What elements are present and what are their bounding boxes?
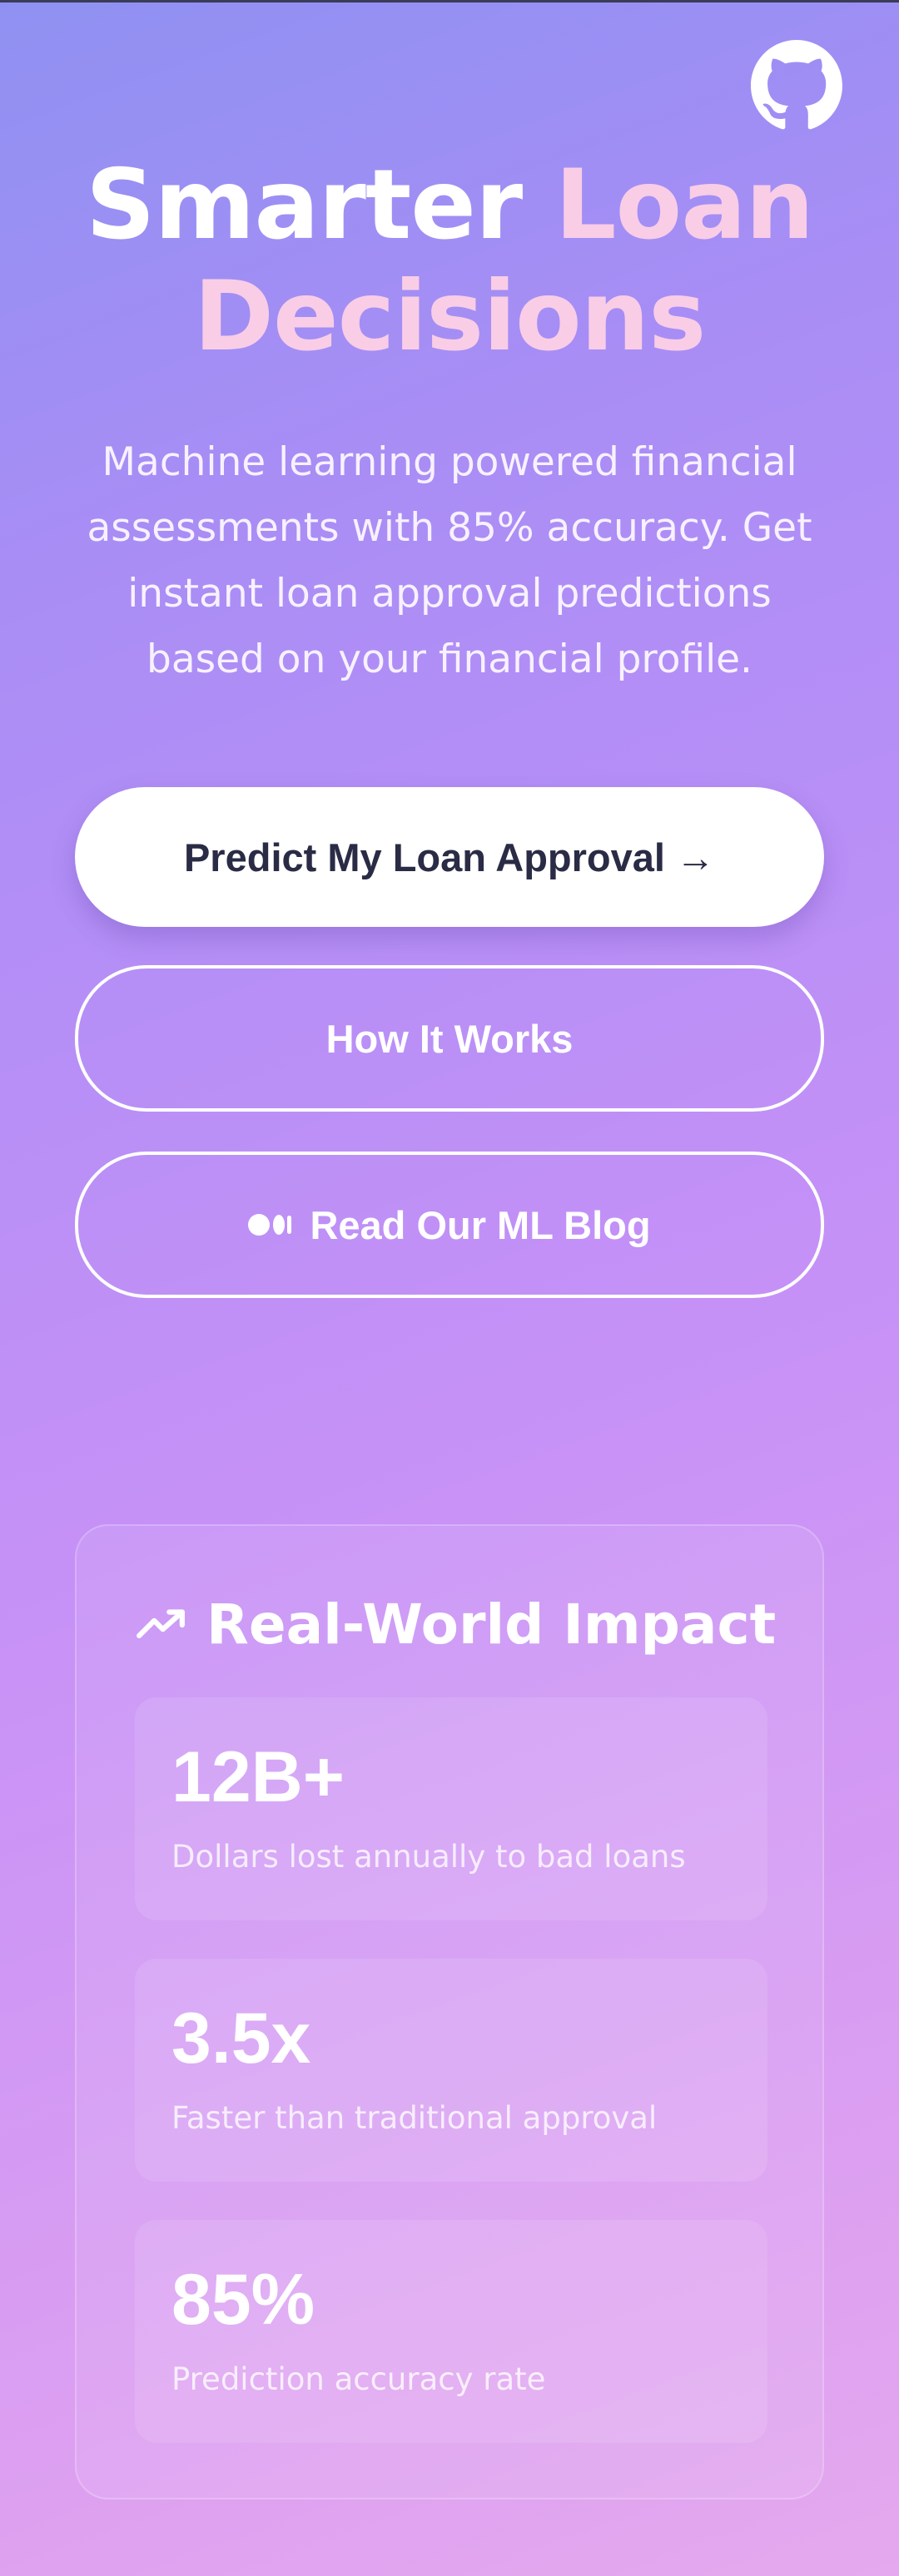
hero-subtitle: Machine learning powered financial asses… [75,429,824,692]
stat-card: 12B+ Dollars lost annually to bad loans [135,1697,767,1920]
github-icon [751,40,842,131]
stat-card: 3.5x Faster than traditional approval [135,1959,767,2182]
hero-title-part1: Smarter [85,149,555,261]
subtitle-line: based on your financial profile. [147,637,752,682]
subtitle-line: assessments with 85% accuracy. Get [87,505,812,551]
stat-value: 85% [171,2260,315,2340]
subtitle-line: instant loan approval predictions [127,571,772,617]
stat-value: 3.5x [171,1999,311,2078]
read-blog-button[interactable]: Read Our ML Blog [75,1152,824,1298]
predict-loan-button-label: Predict My Loan Approval → [183,835,716,879]
how-it-works-button-label: How It Works [325,1016,574,1061]
impact-card: Real-World Impact 12B+ Dollars lost annu… [75,1524,824,2499]
stat-label: Dollars lost annually to bad loans [171,1839,686,1875]
stat-value: 12B+ [171,1737,345,1817]
stat-card: 85% Prediction accuracy rate [135,2220,767,2443]
subtitle-line: Machine learning powered financial [102,439,797,485]
read-blog-button-label: Read Our ML Blog [310,1202,651,1247]
stat-label: Prediction accuracy rate [171,2361,546,2397]
hero-title-line2: Decisions [193,260,707,373]
medium-icon [248,1214,292,1236]
predict-loan-button[interactable]: Predict My Loan Approval → [75,787,824,927]
github-link[interactable] [751,40,842,131]
impact-header: Real-World Impact [135,1593,776,1657]
hero-title-part2: Loan [554,149,814,261]
stat-label: Faster than traditional approval [171,2100,658,2136]
top-border [0,0,899,2]
how-it-works-button[interactable]: How It Works [75,965,824,1112]
impact-title: Real-World Impact [206,1593,777,1657]
hero-title: Smarter Loan Decisions [0,150,899,373]
trending-up-icon [137,1608,185,1638]
